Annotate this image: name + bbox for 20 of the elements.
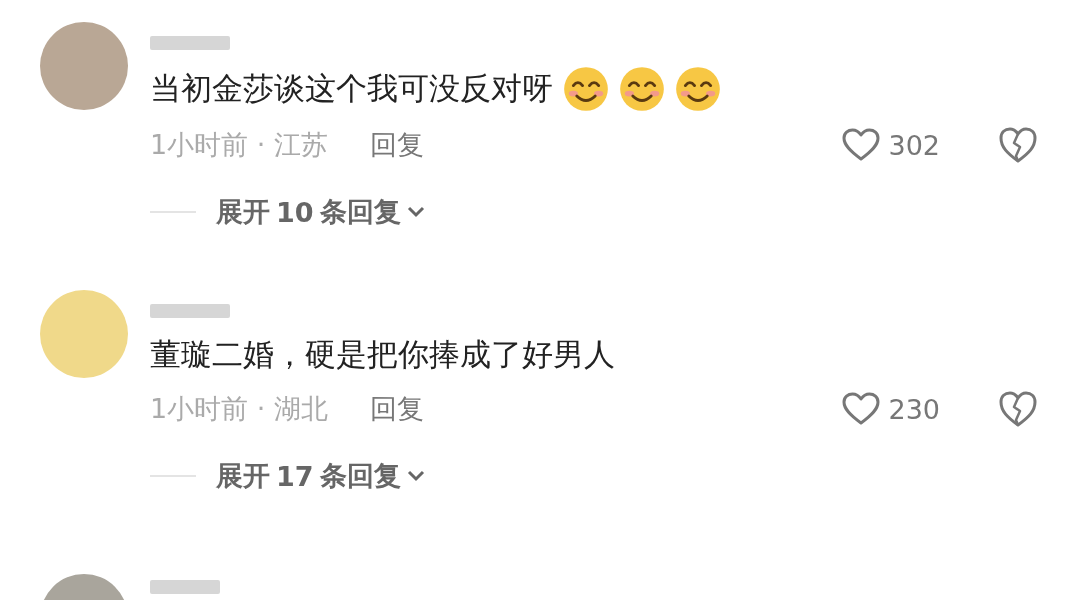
comment-time-location: 1小时前 · 江苏: [150, 128, 328, 162]
comment-text: 当初金莎谈这个我可没反对呀: [150, 69, 553, 108]
heart-icon: [842, 392, 881, 426]
smiling-face-icon: [675, 66, 721, 112]
expand-replies-button[interactable]: 展开 17 条回复: [216, 458, 425, 494]
blurred-username: [150, 580, 220, 594]
expand-replies-button[interactable]: 展开 10 条回复: [216, 194, 425, 230]
smiling-face-icon: [563, 66, 609, 112]
reply-button[interactable]: 回复: [369, 391, 424, 427]
dislike-button[interactable]: [998, 390, 1038, 428]
heart-icon: [842, 128, 881, 162]
like-button[interactable]: 302: [842, 128, 940, 162]
like-button[interactable]: 230: [842, 392, 940, 426]
smiling-face-icon: [619, 66, 665, 112]
comment-time-location: 1小时前 · 湖北: [150, 392, 328, 426]
comment-text: 董璇二婚，硬是把你捧成了好男人: [150, 335, 615, 374]
caret-icon: [406, 470, 425, 482]
caret-icon: [406, 206, 425, 218]
reply-button[interactable]: 回复: [369, 127, 424, 163]
dislike-button[interactable]: [998, 126, 1038, 164]
